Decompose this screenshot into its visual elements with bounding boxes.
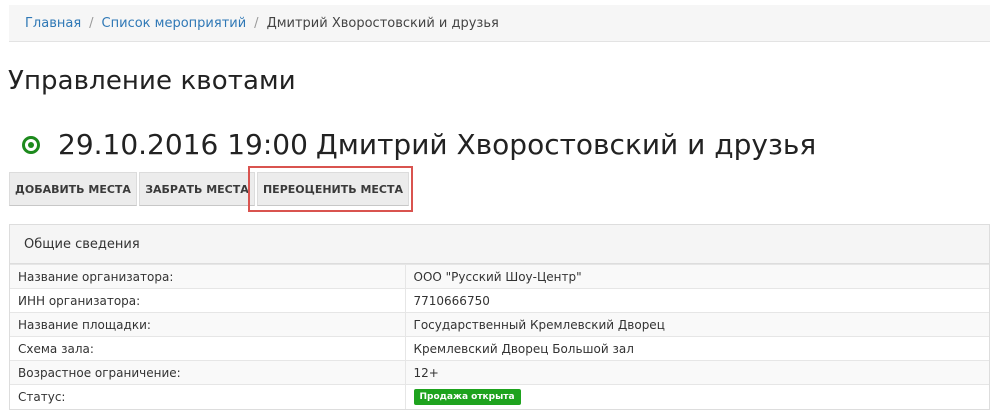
page-title: Управление квотами [8,66,296,96]
row-label: Статус: [10,384,406,409]
table-row: Схема зала: Кремлевский Дворец Большой з… [10,336,989,361]
row-value: 12+ [405,360,989,385]
breadcrumb-link-events[interactable]: Список мероприятий [102,16,247,31]
row-value: Кремлевский Дворец Большой зал [405,336,989,361]
breadcrumb: Главная / Список мероприятий / Дмитрий Х… [9,5,990,42]
quota-toolbar: ДОБАВИТЬ МЕСТА ЗАБРАТЬ МЕСТА ПЕРЕОЦЕНИТЬ… [9,172,409,206]
breadcrumb-current: Дмитрий Хворостовский и друзья [266,15,499,31]
row-label: Возрастное ограничение: [10,360,406,385]
panel-heading: Общие сведения [10,225,989,264]
row-label: Название организатора: [10,264,406,289]
add-seats-button[interactable]: ДОБАВИТЬ МЕСТА [9,172,137,206]
event-name: Дмитрий Хворостовский и друзья [315,128,817,161]
row-label: Название площадки: [10,312,406,337]
row-value: Государственный Кремлевский Дворец [405,312,989,337]
take-seats-button[interactable]: ЗАБРАТЬ МЕСТА [139,172,255,206]
breadcrumb-link-home[interactable]: Главная [25,16,81,31]
reprice-seats-button[interactable]: ПЕРЕОЦЕНИТЬ МЕСТА [257,172,409,206]
row-value: 7710666750 [405,288,989,313]
breadcrumb-separator: / [254,15,259,31]
row-label: Схема зала: [10,336,406,361]
event-title: 29.10.2016 19:00 Дмитрий Хворостовский и… [22,128,816,161]
table-row: Возрастное ограничение: 12+ [10,360,989,385]
status-badge: Продажа открыта [413,389,521,406]
row-value: ООО "Русский Шоу-Центр" [405,264,989,289]
event-datetime: 29.10.2016 19:00 [58,128,308,161]
general-info-panel: Общие сведения Название организатора: ОО… [9,224,990,410]
table-row: Название организатора: ООО "Русский Шоу-… [10,264,989,289]
info-table: Название организатора: ООО "Русский Шоу-… [10,264,989,409]
table-row: Статус: Продажа открыта [10,384,989,409]
row-label: ИНН организатора: [10,288,406,313]
row-value: Продажа открыта [405,384,989,409]
table-row: Название площадки: Государственный Кремл… [10,312,989,337]
breadcrumb-separator: / [89,15,94,31]
radio-on-icon [22,135,40,154]
table-row: ИНН организатора: 7710666750 [10,288,989,313]
